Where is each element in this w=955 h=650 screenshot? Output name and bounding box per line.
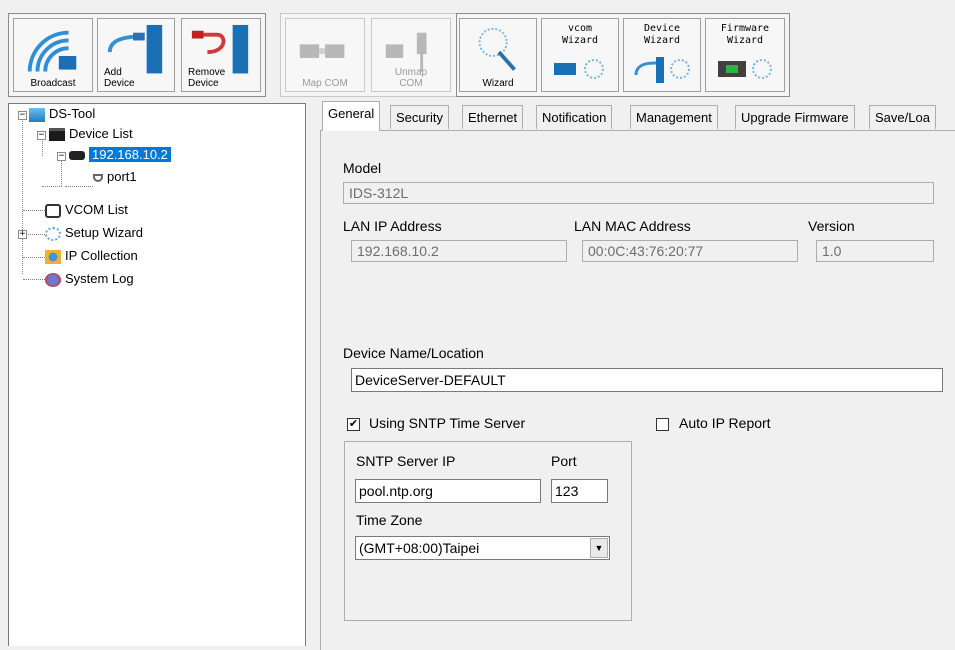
device-name-input[interactable]: DeviceServer-DEFAULT [351, 368, 943, 392]
tab-upgrade-firmware[interactable]: Upgrade Firmware [735, 105, 855, 129]
device-wizard-icon [634, 57, 690, 83]
lan-mac-field: 00:0C:43:76:20:77 [582, 240, 798, 262]
wizard-icon [478, 27, 516, 71]
tree-node-system-log[interactable]: System Log [45, 269, 134, 289]
port-input[interactable]: 123 [551, 479, 608, 503]
version-field: 1.0 [816, 240, 934, 262]
unmap-com-button[interactable]: Unmap COM [371, 18, 451, 92]
tree-node-label: DS-Tool [49, 106, 96, 121]
lan-ip-field: 192.168.10.2 [351, 240, 567, 262]
tree-guide-line [23, 210, 45, 211]
tab-save-load[interactable]: Save/Loa [869, 105, 936, 129]
sntp-server-ip-label: SNTP Server IP [356, 453, 456, 469]
tree-node-vcom-list[interactable]: VCOM List [45, 200, 128, 220]
tree-node-device-192-168-10-2[interactable]: 192.168.10.2 [69, 145, 171, 165]
unmap-com-label: Unmap COM [394, 67, 428, 89]
port-label: Port [551, 453, 577, 469]
device-tree: − DS-Tool − Device List − 192.168.10.2 p… [8, 103, 306, 646]
sntp-checkbox[interactable]: ✔ [347, 418, 360, 431]
settings-tabs: General Security Ethernet Notification M… [320, 101, 955, 131]
tree-node-label: VCOM List [65, 202, 128, 217]
tree-node-ip-collection[interactable]: IP Collection [45, 246, 138, 266]
dropdown-arrow-icon[interactable]: ▼ [590, 538, 608, 558]
expand-toggle-setup-wizard[interactable]: + [18, 230, 27, 239]
broadcast-icon [27, 30, 77, 72]
toolbar: Broadcast Add Device Remove Device Map C… [0, 0, 955, 98]
serial-port-icon [93, 173, 103, 182]
tree-guide-line [42, 138, 43, 156]
firmware-wizard-button[interactable]: Firmware Wizard [705, 18, 785, 92]
model-label: Model [343, 160, 382, 176]
time-zone-value: (GMT+08:00)Taipei [359, 540, 480, 556]
firmware-wizard-icon [718, 59, 772, 79]
vcom-wizard-label: vcom Wizard [561, 23, 599, 46]
wizard-label: Wizard [482, 78, 514, 89]
tree-guide-line [23, 279, 45, 280]
vcom-list-icon [45, 203, 61, 218]
tree-node-device-list[interactable]: Device List [49, 124, 133, 144]
tree-node-port1[interactable]: port1 [93, 167, 137, 187]
tab-notification[interactable]: Notification [536, 105, 613, 129]
device-toolbar-group: Broadcast Add Device Remove Device [8, 13, 266, 97]
model-field: IDS-312L [343, 182, 934, 204]
device-wizard-button[interactable]: Device Wizard [623, 18, 701, 92]
time-zone-label: Time Zone [356, 512, 423, 528]
lan-mac-label: LAN MAC Address [574, 218, 691, 234]
tab-management[interactable]: Management [630, 105, 718, 129]
tree-node-ds-tool[interactable]: DS-Tool [29, 104, 95, 124]
tab-general[interactable]: General [322, 101, 381, 131]
tree-guide-line [23, 257, 45, 258]
general-tab-panel: Model IDS-312L LAN IP Address 192.168.10… [320, 130, 955, 650]
map-com-icon [299, 44, 345, 58]
tab-ethernet[interactable]: Ethernet [462, 105, 524, 129]
expand-toggle-root[interactable]: − [18, 111, 27, 120]
auto-ip-report-checkbox[interactable] [656, 418, 669, 431]
setup-wizard-icon [45, 226, 61, 241]
tree-node-label: port1 [107, 169, 137, 184]
ds-tool-icon [29, 107, 45, 122]
panel-splitter[interactable] [306, 98, 320, 646]
wizard-button[interactable]: Wizard [459, 18, 537, 92]
sntp-checkbox-label: Using SNTP Time Server [369, 415, 526, 431]
auto-ip-report-label: Auto IP Report [679, 415, 771, 431]
system-log-icon [45, 272, 61, 287]
tree-guide-line [65, 186, 93, 187]
firmware-wizard-label: Firmware Wizard [720, 23, 770, 46]
tab-security[interactable]: Security [390, 105, 449, 129]
tree-node-setup-wizard[interactable]: Setup Wizard [45, 223, 143, 243]
tree-guide-line [22, 118, 23, 274]
version-label: Version [808, 218, 855, 234]
com-toolbar-group: Map COM Unmap COM [280, 13, 458, 97]
add-device-label: Add Device [104, 67, 135, 89]
tree-node-label: 192.168.10.2 [89, 147, 171, 162]
vcom-wizard-button[interactable]: vcom Wizard [541, 18, 619, 92]
expand-toggle-device[interactable]: − [57, 152, 66, 161]
remove-device-label: Remove Device [188, 67, 226, 89]
tree-guide-line [61, 158, 62, 186]
map-com-button[interactable]: Map COM [285, 18, 365, 92]
broadcast-button[interactable]: Broadcast [13, 18, 93, 92]
device-wizard-label: Device Wizard [643, 23, 681, 46]
time-zone-select[interactable]: (GMT+08:00)Taipei ▼ [355, 536, 610, 560]
wizard-toolbar-group: Wizard vcom Wizard Device Wizard Firmwar… [456, 13, 790, 97]
remove-device-button[interactable]: Remove Device [181, 18, 261, 92]
tree-node-label: System Log [65, 271, 134, 286]
tree-node-label: Device List [69, 126, 133, 141]
device-server-icon [69, 151, 85, 161]
lan-ip-label: LAN IP Address [343, 218, 442, 234]
add-device-button[interactable]: Add Device [97, 18, 175, 92]
device-list-icon [49, 128, 65, 142]
device-name-label: Device Name/Location [343, 345, 484, 361]
sntp-server-ip-input[interactable]: pool.ntp.org [355, 479, 541, 503]
expand-toggle-device-list[interactable]: − [37, 131, 46, 140]
ip-collection-icon [45, 249, 61, 264]
broadcast-label: Broadcast [30, 78, 76, 89]
map-com-label: Map COM [302, 78, 348, 89]
tree-node-label: IP Collection [65, 248, 138, 263]
vcom-wizard-icon [554, 59, 604, 79]
tree-node-label: Setup Wizard [65, 225, 144, 240]
tree-guide-line [42, 186, 62, 187]
